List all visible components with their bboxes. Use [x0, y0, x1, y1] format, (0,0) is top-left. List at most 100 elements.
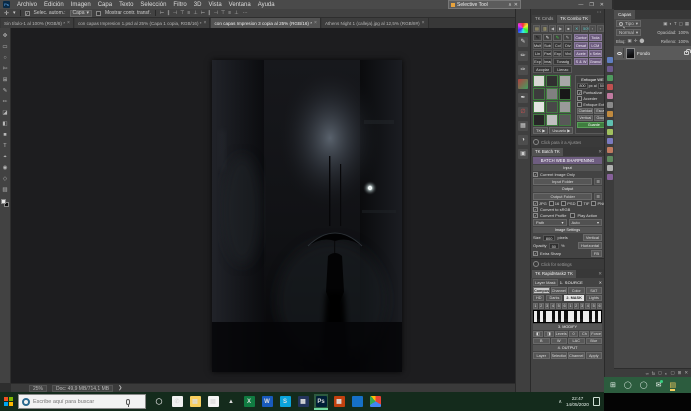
tool-icon[interactable]: ▨ — [2, 186, 7, 194]
tk-action-button[interactable]: Contorn — [574, 34, 587, 41]
panel-icon[interactable] — [607, 138, 613, 144]
layer-thumbnail[interactable] — [626, 48, 635, 59]
brush-icon[interactable]: ✎ — [563, 34, 572, 41]
align-icon[interactable]: ⊣ — [173, 10, 177, 16]
tk-action-button[interactable]: Acele — [574, 50, 587, 57]
panel-tab[interactable]: TK RapidMask2 TK — [532, 270, 576, 278]
tk-action-button[interactable]: Exp — [533, 58, 542, 65]
taskbar-app-icon[interactable]: ▤ — [206, 394, 220, 410]
filter-icon[interactable]: ▣ — [663, 21, 667, 27]
close-icon[interactable]: ✕ — [599, 280, 602, 285]
taskbar-clock[interactable]: 22:47 14/05/2020 — [566, 396, 589, 407]
document-tab[interactable]: Sin título-1 al 100% (RGB/8) * × — [1, 18, 74, 28]
vertical-button[interactable]: Vertical — [583, 234, 602, 241]
notification-center-icon[interactable] — [593, 397, 600, 406]
status-arrow-icon[interactable]: ❯ — [118, 385, 122, 391]
auto-select-dropdown[interactable]: Capa ▾ — [70, 10, 92, 17]
modify-button[interactable]: Levels — [555, 331, 568, 337]
tk-settings-footer[interactable]: Click para ir a Ajustes — [531, 136, 604, 147]
srgb-checkbox[interactable] — [533, 207, 538, 212]
modify-button[interactable]: W — [551, 338, 568, 344]
panel-tab[interactable]: TK Cmds — [532, 15, 556, 23]
tk-action-button[interactable]: Toda — [589, 34, 602, 41]
taskbar-app-icon[interactable]: ▦ — [296, 394, 310, 410]
input-folder-button[interactable]: Input Folder — [533, 178, 592, 185]
selective-tool-window[interactable]: Selective Tool ∧ ✕ — [448, 0, 521, 9]
panel-icon[interactable]: ✑ — [518, 65, 528, 75]
mask-strength-button[interactable]: 2 — [539, 303, 544, 309]
tk-action-button[interactable]: Multi — [533, 42, 542, 49]
taskbar-app-icon[interactable]: X — [242, 394, 256, 410]
output-button[interactable]: Selection — [551, 352, 568, 359]
tk-action-icon[interactable]: ✕ — [573, 25, 580, 32]
modify-button[interactable]: ◨ — [544, 331, 554, 337]
tool-icon[interactable]: T — [3, 142, 6, 150]
close-icon[interactable]: ✕ — [598, 148, 602, 156]
extra-sharp-checkbox[interactable] — [533, 251, 538, 256]
tool-icon[interactable]: ⌖ — [3, 153, 6, 161]
layer-name[interactable]: Fondo — [637, 51, 650, 56]
document-tab[interactable]: con capas Impresion 1.psd al 25% (Capa 1… — [75, 18, 211, 28]
secondary-taskbar-icon[interactable]: ▤ — [669, 381, 676, 389]
tk-action-button[interactable]: Expo — [553, 50, 562, 57]
layers-footer-icon[interactable]: ∞ — [646, 371, 649, 376]
collapse-icon[interactable]: ∧ — [508, 2, 512, 8]
mask-strength-button[interactable]: 6 — [597, 303, 602, 309]
hd-button[interactable]: HD — [533, 295, 544, 301]
sharpen-size-value[interactable]: 800 — [577, 83, 587, 89]
tk-action-button[interactable]: Desat — [574, 42, 587, 49]
taskbar-app-icon[interactable]: ▦ — [332, 394, 346, 410]
lock-option-icon[interactable]: ▣ — [628, 38, 632, 44]
tk-action-button[interactable]: S & W — [574, 58, 587, 65]
tool-icon[interactable]: ◧ — [2, 120, 7, 128]
mask-strength-button[interactable]: 5 — [591, 303, 596, 309]
align-icon[interactable]: ⊥ — [193, 10, 197, 16]
tk-action-button[interactable]: Col — [553, 42, 562, 49]
panel-icon[interactable]: ▦ — [518, 121, 528, 131]
color-swatches[interactable] — [1, 199, 9, 207]
mask-thumbnail[interactable] — [546, 88, 558, 100]
tool-icon[interactable]: ⊞ — [3, 76, 8, 84]
close-tab-icon[interactable]: × — [314, 20, 317, 26]
vertical-button[interactable]: Vertical — [577, 115, 593, 121]
opacity-field[interactable]: 50 — [549, 243, 559, 249]
restore-icon[interactable]: ❐ — [589, 2, 593, 8]
menu-item[interactable]: 3D — [194, 2, 202, 8]
more-options-icon[interactable]: ⋯ — [243, 10, 248, 16]
modify-button[interactable]: B — [533, 338, 550, 344]
secondary-taskbar-icon[interactable]: ◯ — [624, 381, 632, 389]
mask-thumbnail[interactable] — [533, 75, 545, 87]
format-checkbox[interactable] — [549, 201, 554, 206]
mask-thumbnail[interactable] — [546, 101, 558, 113]
taskbar-app-icon[interactable]: W — [260, 394, 274, 410]
tk-action-button[interactable]: Subtr — [543, 42, 552, 49]
format-checkbox[interactable] — [561, 201, 566, 206]
taskbar-app-icon[interactable]: ✆ — [170, 394, 184, 410]
modify-button[interactable]: Force — [590, 331, 602, 337]
tk-action-button[interactable]: Lienzo — [553, 66, 572, 73]
menu-item[interactable]: Ventana — [229, 2, 251, 8]
align-icon[interactable]: ∥ — [167, 10, 170, 16]
layers-footer-icon[interactable]: fx — [652, 371, 655, 376]
filter-icon[interactable]: T — [674, 21, 677, 27]
layer-row[interactable]: Fondo — [614, 46, 691, 60]
play-action-checkbox[interactable] — [570, 213, 575, 218]
size-field[interactable]: 800 — [543, 235, 556, 241]
layers-footer-icon[interactable]: ✕ — [684, 370, 688, 376]
layers-footer-icon[interactable]: ◻ — [658, 370, 662, 376]
lock-option-icon[interactable]: ✛ — [634, 38, 638, 44]
sharpen-checkbox[interactable] — [577, 90, 582, 95]
mask-strength-button[interactable]: 6 — [562, 303, 567, 309]
panel-icon[interactable] — [607, 174, 613, 180]
filter-icon[interactable]: ▦ — [685, 21, 689, 27]
panel-icon[interactable]: ✒ — [518, 93, 528, 103]
folder-icon[interactable]: ☰ — [594, 178, 602, 185]
modify-button[interactable]: Ch — [579, 331, 589, 337]
sharpen-checkbox[interactable] — [577, 96, 582, 101]
close-tab-icon[interactable]: × — [67, 20, 70, 26]
mask-thumbnail[interactable] — [546, 75, 558, 87]
tk-action-button[interactable]: Div — [563, 42, 572, 49]
filter-icon[interactable]: ▢ — [679, 21, 683, 27]
align-icon[interactable]: ⊥ — [234, 10, 238, 16]
layers-footer-icon[interactable]: ▢ — [670, 370, 674, 376]
